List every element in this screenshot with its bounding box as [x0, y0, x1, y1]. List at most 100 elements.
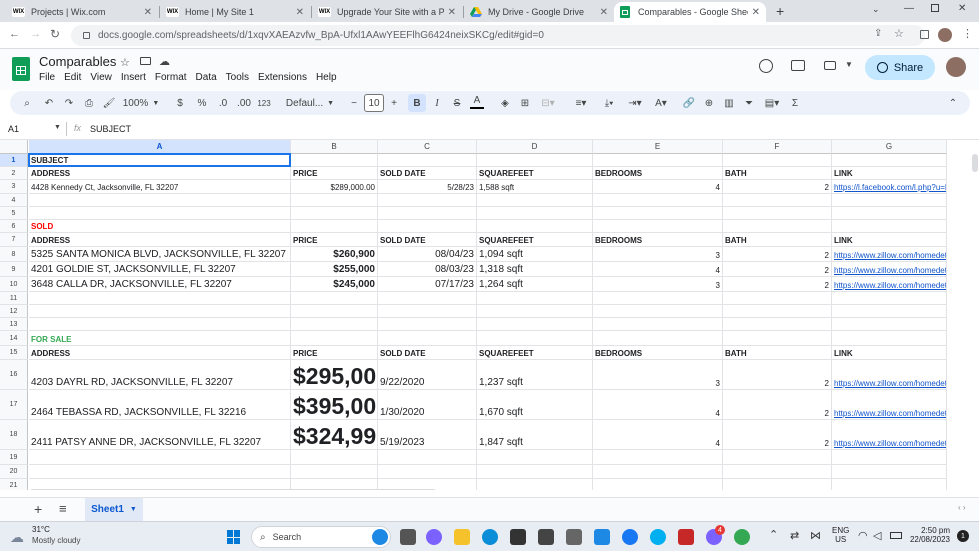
address-bar[interactable]: docs.google.com/spreadsheets/d/1xqvXAEAz… [71, 25, 925, 46]
header-sold-date[interactable]: SOLD DATE [378, 233, 477, 247]
cell-link[interactable]: https://www.zillow.com/homedetails/4 [832, 360, 947, 390]
empty-cell[interactable] [477, 450, 593, 465]
cell-address[interactable]: 4203 DAYRL RD, JACKSONVILLE, FL 32207 [29, 360, 291, 390]
empty-cell[interactable] [832, 318, 947, 331]
empty-cell[interactable] [378, 220, 477, 233]
section-for-sale-label[interactable]: FOR SALE [29, 331, 291, 346]
empty-cell[interactable] [593, 479, 723, 490]
empty-cell[interactable] [832, 194, 947, 207]
header-bath[interactable]: BATH [723, 346, 832, 360]
volume-icon[interactable]: ◁ [873, 529, 881, 542]
menu-extensions[interactable]: Extensions [258, 72, 307, 83]
insert-comment-icon[interactable]: ⊕ [702, 94, 716, 112]
header-bath[interactable]: BATH [723, 167, 832, 180]
meet-camera-icon[interactable] [824, 61, 836, 70]
empty-cell[interactable] [832, 331, 947, 346]
clock[interactable]: 2:50 pm 22/08/2023 [908, 526, 950, 544]
formula-input[interactable]: SUBJECT [90, 124, 960, 134]
row-header-12[interactable]: 12 [0, 305, 28, 318]
cell-address[interactable]: 2411 PATSY ANNE DR, JACKSONVILLE, FL 322… [29, 420, 291, 450]
row-header-20[interactable]: 20 [0, 465, 28, 479]
row-header-17[interactable]: 17 [0, 390, 28, 420]
row-header-9[interactable]: 9 [0, 262, 28, 277]
empty-cell[interactable] [723, 207, 832, 220]
empty-cell[interactable] [593, 305, 723, 318]
filter-views-icon[interactable]: ▤▾ [762, 94, 782, 112]
close-tab-icon[interactable]: ✕ [448, 7, 456, 18]
share-button[interactable]: Share [865, 55, 935, 80]
column-header-g[interactable]: G [832, 140, 947, 154]
empty-cell[interactable] [29, 465, 291, 479]
row-header-19[interactable]: 19 [0, 450, 28, 465]
row-header-21[interactable]: 21 [0, 479, 28, 490]
tray-chevron-icon[interactable]: ⌃ [769, 528, 778, 541]
teams-chat-icon[interactable] [426, 529, 442, 545]
empty-cell[interactable] [378, 207, 477, 220]
row-header-3[interactable]: 3 [0, 180, 28, 194]
task-view-icon[interactable] [400, 529, 416, 545]
close-window-icon[interactable]: ✕ [958, 3, 966, 14]
cell-sold-date[interactable]: 5/19/2023 [378, 420, 477, 450]
empty-cell[interactable] [593, 331, 723, 346]
weather-temp[interactable]: 31°C [32, 525, 50, 534]
notification-center-badge[interactable]: 1 [957, 530, 969, 542]
cell-squarefeet[interactable]: 1,847 sqft [477, 420, 593, 450]
cell-bedrooms[interactable]: 4 [593, 180, 723, 194]
minimize-icon[interactable]: — [904, 3, 914, 14]
empty-cell[interactable] [477, 465, 593, 479]
weather-desc[interactable]: Mostly cloudy [32, 536, 80, 545]
cell-bath[interactable]: 2 [723, 277, 832, 292]
close-tab-icon[interactable]: ✕ [600, 7, 608, 18]
empty-cell[interactable] [378, 318, 477, 331]
tray-app-icon[interactable]: ⇄ [790, 529, 799, 542]
font-select[interactable]: Defaul... ▼ [282, 94, 338, 112]
row-header-7[interactable]: 7 [0, 233, 28, 247]
cell-squarefeet[interactable]: 1,318 sqft [477, 262, 593, 277]
empty-cell[interactable] [378, 450, 477, 465]
empty-cell[interactable] [477, 207, 593, 220]
cell-bath[interactable]: 2 [723, 420, 832, 450]
cell-link[interactable]: https://www.zillow.com/homedetails/4 [832, 262, 947, 277]
empty-cell[interactable] [723, 305, 832, 318]
empty-cell[interactable] [291, 220, 378, 233]
undo-icon[interactable]: ↶ [42, 94, 56, 112]
cell-sold-date[interactable]: 1/30/2020 [378, 390, 477, 420]
empty-cell[interactable] [832, 305, 947, 318]
cell-price[interactable]: $255,000 [291, 262, 378, 277]
empty-cell[interactable] [723, 331, 832, 346]
empty-cell[interactable] [29, 450, 291, 465]
tray-app2-icon[interactable]: ⋈ [810, 529, 821, 542]
empty-cell[interactable] [723, 194, 832, 207]
increase-decimal-button[interactable]: .00 [236, 94, 252, 112]
filter-icon[interactable]: ⏷ [742, 94, 756, 112]
header-bedrooms[interactable]: BEDROOMS [593, 233, 723, 247]
header-squarefeet[interactable]: SQUAREFEET [477, 167, 593, 180]
name-box[interactable]: A1 [8, 124, 19, 134]
header-price[interactable]: PRICE [291, 167, 378, 180]
row-header-14[interactable]: 14 [0, 331, 28, 346]
header-sold-date[interactable]: SOLD DATE [378, 167, 477, 180]
empty-cell[interactable] [291, 194, 378, 207]
cell-link[interactable]: https://www.zillow.com/homedetails/2 [832, 420, 947, 450]
header-link[interactable]: LINK [832, 233, 947, 247]
cell-bedrooms[interactable]: 3 [593, 247, 723, 262]
browser-tab-wix-upgrade[interactable]: WIX Upgrade Your Site with a Premium ✕ [312, 2, 462, 22]
menu-edit[interactable]: Edit [64, 72, 81, 83]
account-avatar[interactable] [946, 57, 966, 77]
new-tab-plus-icon[interactable]: + [776, 3, 784, 19]
cell-bath[interactable]: 2 [723, 247, 832, 262]
italic-button[interactable]: I [430, 94, 444, 112]
cell-address[interactable]: 4428 Kennedy Ct, Jacksonville, FL 32207 [29, 180, 291, 194]
column-header-b[interactable]: B [291, 140, 378, 154]
wifi-icon[interactable]: ◠ [858, 529, 868, 542]
empty-cell[interactable] [29, 292, 291, 305]
cell-price[interactable]: $324,99 [291, 420, 378, 450]
zoom-app-icon[interactable] [594, 529, 610, 545]
cell-price[interactable]: $289,000.00 [291, 180, 378, 194]
zoom-select[interactable]: 100% ▼ [123, 94, 160, 112]
empty-cell[interactable] [832, 465, 947, 479]
cell-bedrooms[interactable]: 3 [593, 360, 723, 390]
name-box-dropdown-icon[interactable]: ▼ [54, 124, 61, 131]
cell-price[interactable]: $245,000 [291, 277, 378, 292]
select-all-corner[interactable] [0, 140, 28, 154]
